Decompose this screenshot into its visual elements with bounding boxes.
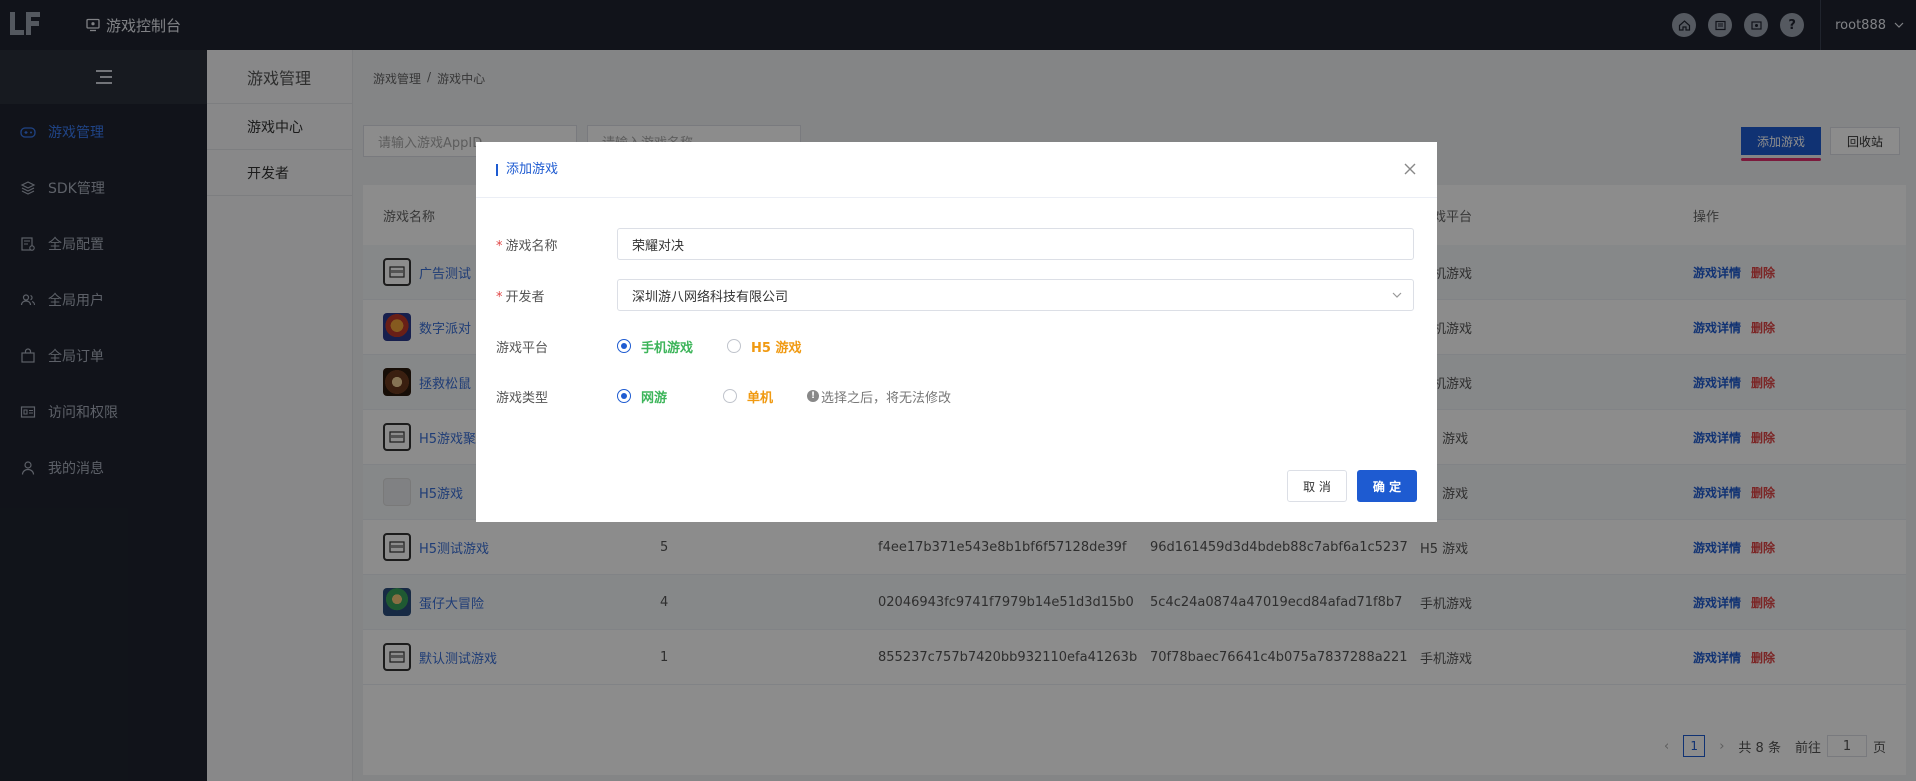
radio-single[interactable]: 单机	[723, 387, 773, 406]
platform-label: 游戏平台	[496, 340, 549, 356]
type-hint: ! 选择之后，将无法修改	[807, 387, 951, 406]
cancel-button[interactable]: 取 消	[1287, 470, 1347, 502]
radio-online[interactable]: 网游	[617, 387, 667, 406]
platform-radio-group: 手机游戏 H5 游戏	[617, 337, 835, 356]
radio-h5-game[interactable]: H5 游戏	[727, 337, 801, 356]
dialog-title: 添加游戏	[496, 163, 558, 176]
form-row-name: * 游戏名称 荣耀对决	[496, 228, 1416, 260]
developer-select[interactable]: 深圳游八网络科技有限公司	[617, 279, 1414, 311]
form-row-platform: 游戏平台 手机游戏 H5 游戏	[496, 330, 1416, 362]
developer-value: 深圳游八网络科技有限公司	[632, 289, 789, 305]
radio-mobile-game[interactable]: 手机游戏	[617, 337, 693, 356]
name-label: 游戏名称	[505, 238, 558, 254]
type-radio-group: 网游 单机 ! 选择之后，将无法修改	[617, 387, 951, 406]
required-mark: *	[496, 289, 503, 305]
required-mark: *	[496, 238, 503, 254]
radio-unchecked-icon	[723, 389, 738, 403]
developer-label: 开发者	[505, 289, 545, 305]
chevron-down-icon	[1392, 292, 1402, 298]
confirm-button[interactable]: 确 定	[1357, 470, 1417, 502]
add-game-dialog: 添加游戏 * 游戏名称 荣耀对决 * 开发者 深圳游八网络科技有限公司 游戏平台 手…	[476, 142, 1437, 522]
dialog-header: 添加游戏	[476, 142, 1437, 198]
radio-unchecked-icon	[727, 339, 742, 353]
info-icon: !	[807, 390, 820, 402]
form-row-type: 游戏类型 网游 单机 ! 选择之后，将无法修改	[496, 380, 1416, 412]
form-row-developer: * 开发者 深圳游八网络科技有限公司	[496, 279, 1416, 311]
game-name-input[interactable]: 荣耀对决	[617, 228, 1414, 260]
type-label: 游戏类型	[496, 390, 549, 406]
close-icon[interactable]	[1403, 162, 1417, 176]
radio-checked-icon	[617, 389, 631, 403]
radio-checked-icon	[617, 339, 631, 353]
